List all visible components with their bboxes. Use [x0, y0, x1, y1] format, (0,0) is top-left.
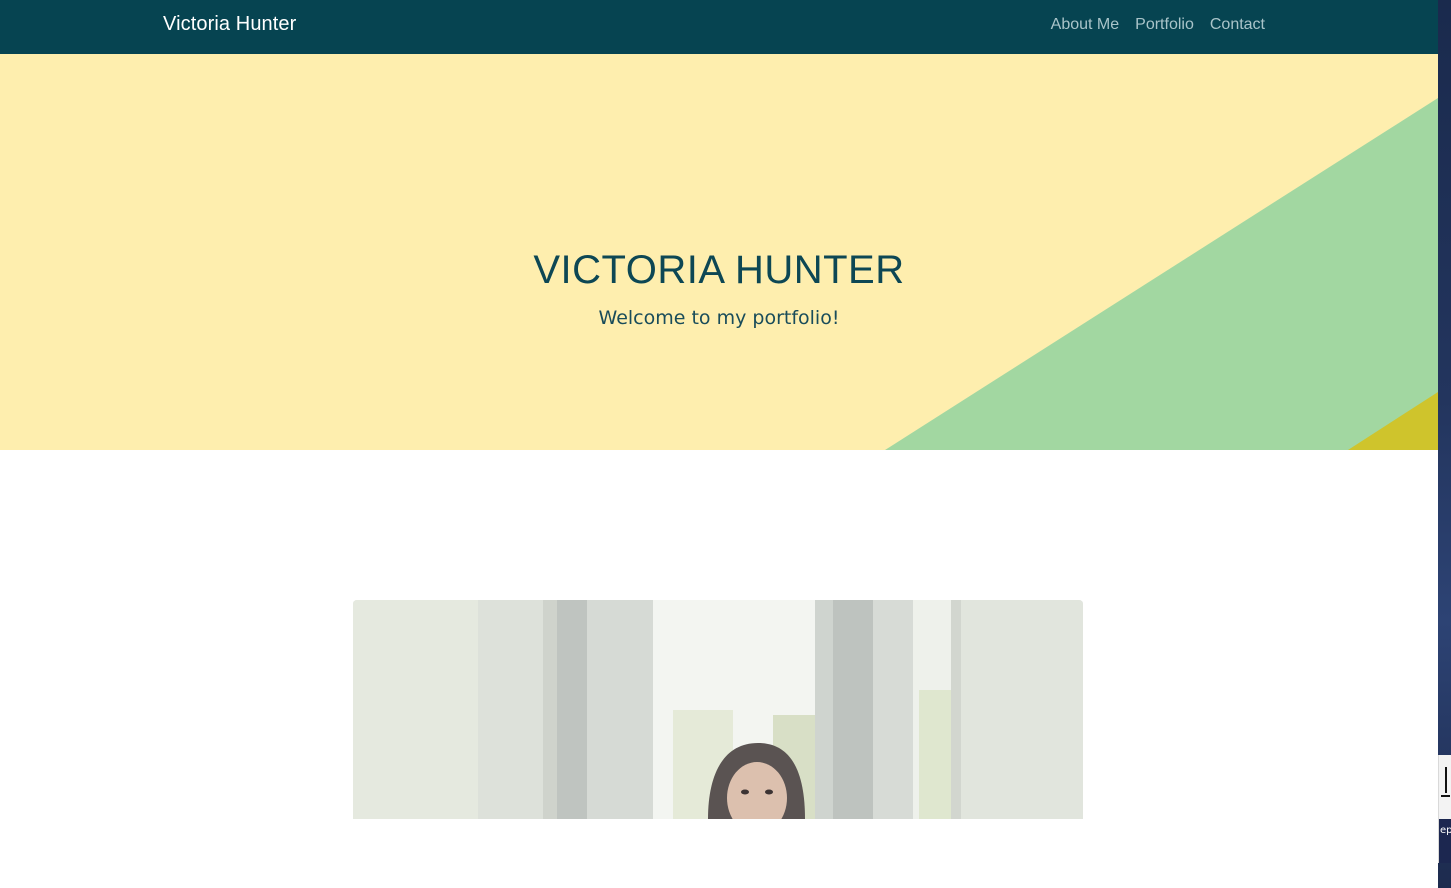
person-photo-icon — [353, 600, 1083, 819]
brand-link[interactable]: Victoria Hunter — [163, 13, 296, 36]
page: Victoria Hunter About Me Portfolio Conta… — [0, 0, 1438, 888]
edge-widget-text: epi 3 3 — [1440, 825, 1451, 836]
hero-section: VICTORIA HUNTER Welcome to my portfolio! — [0, 54, 1438, 450]
profile-photo — [353, 600, 1083, 819]
nav-link-contact[interactable]: Contact — [1210, 16, 1265, 34]
edge-widget[interactable]: epi 3 3 — [1438, 755, 1451, 863]
navbar: Victoria Hunter About Me Portfolio Conta… — [0, 0, 1438, 54]
hero-title: VICTORIA HUNTER — [533, 248, 905, 292]
edge-widget-bar — [1445, 767, 1447, 793]
edge-widget-bar-base — [1441, 795, 1450, 797]
edge-widget-dark: epi 3 3 — [1439, 819, 1451, 863]
nav-link-about-me[interactable]: About Me — [1051, 16, 1119, 34]
nav-links: About Me Portfolio Contact — [1051, 16, 1265, 34]
hero-subtitle: Welcome to my portfolio! — [598, 307, 840, 329]
nav-link-portfolio[interactable]: Portfolio — [1135, 16, 1194, 34]
